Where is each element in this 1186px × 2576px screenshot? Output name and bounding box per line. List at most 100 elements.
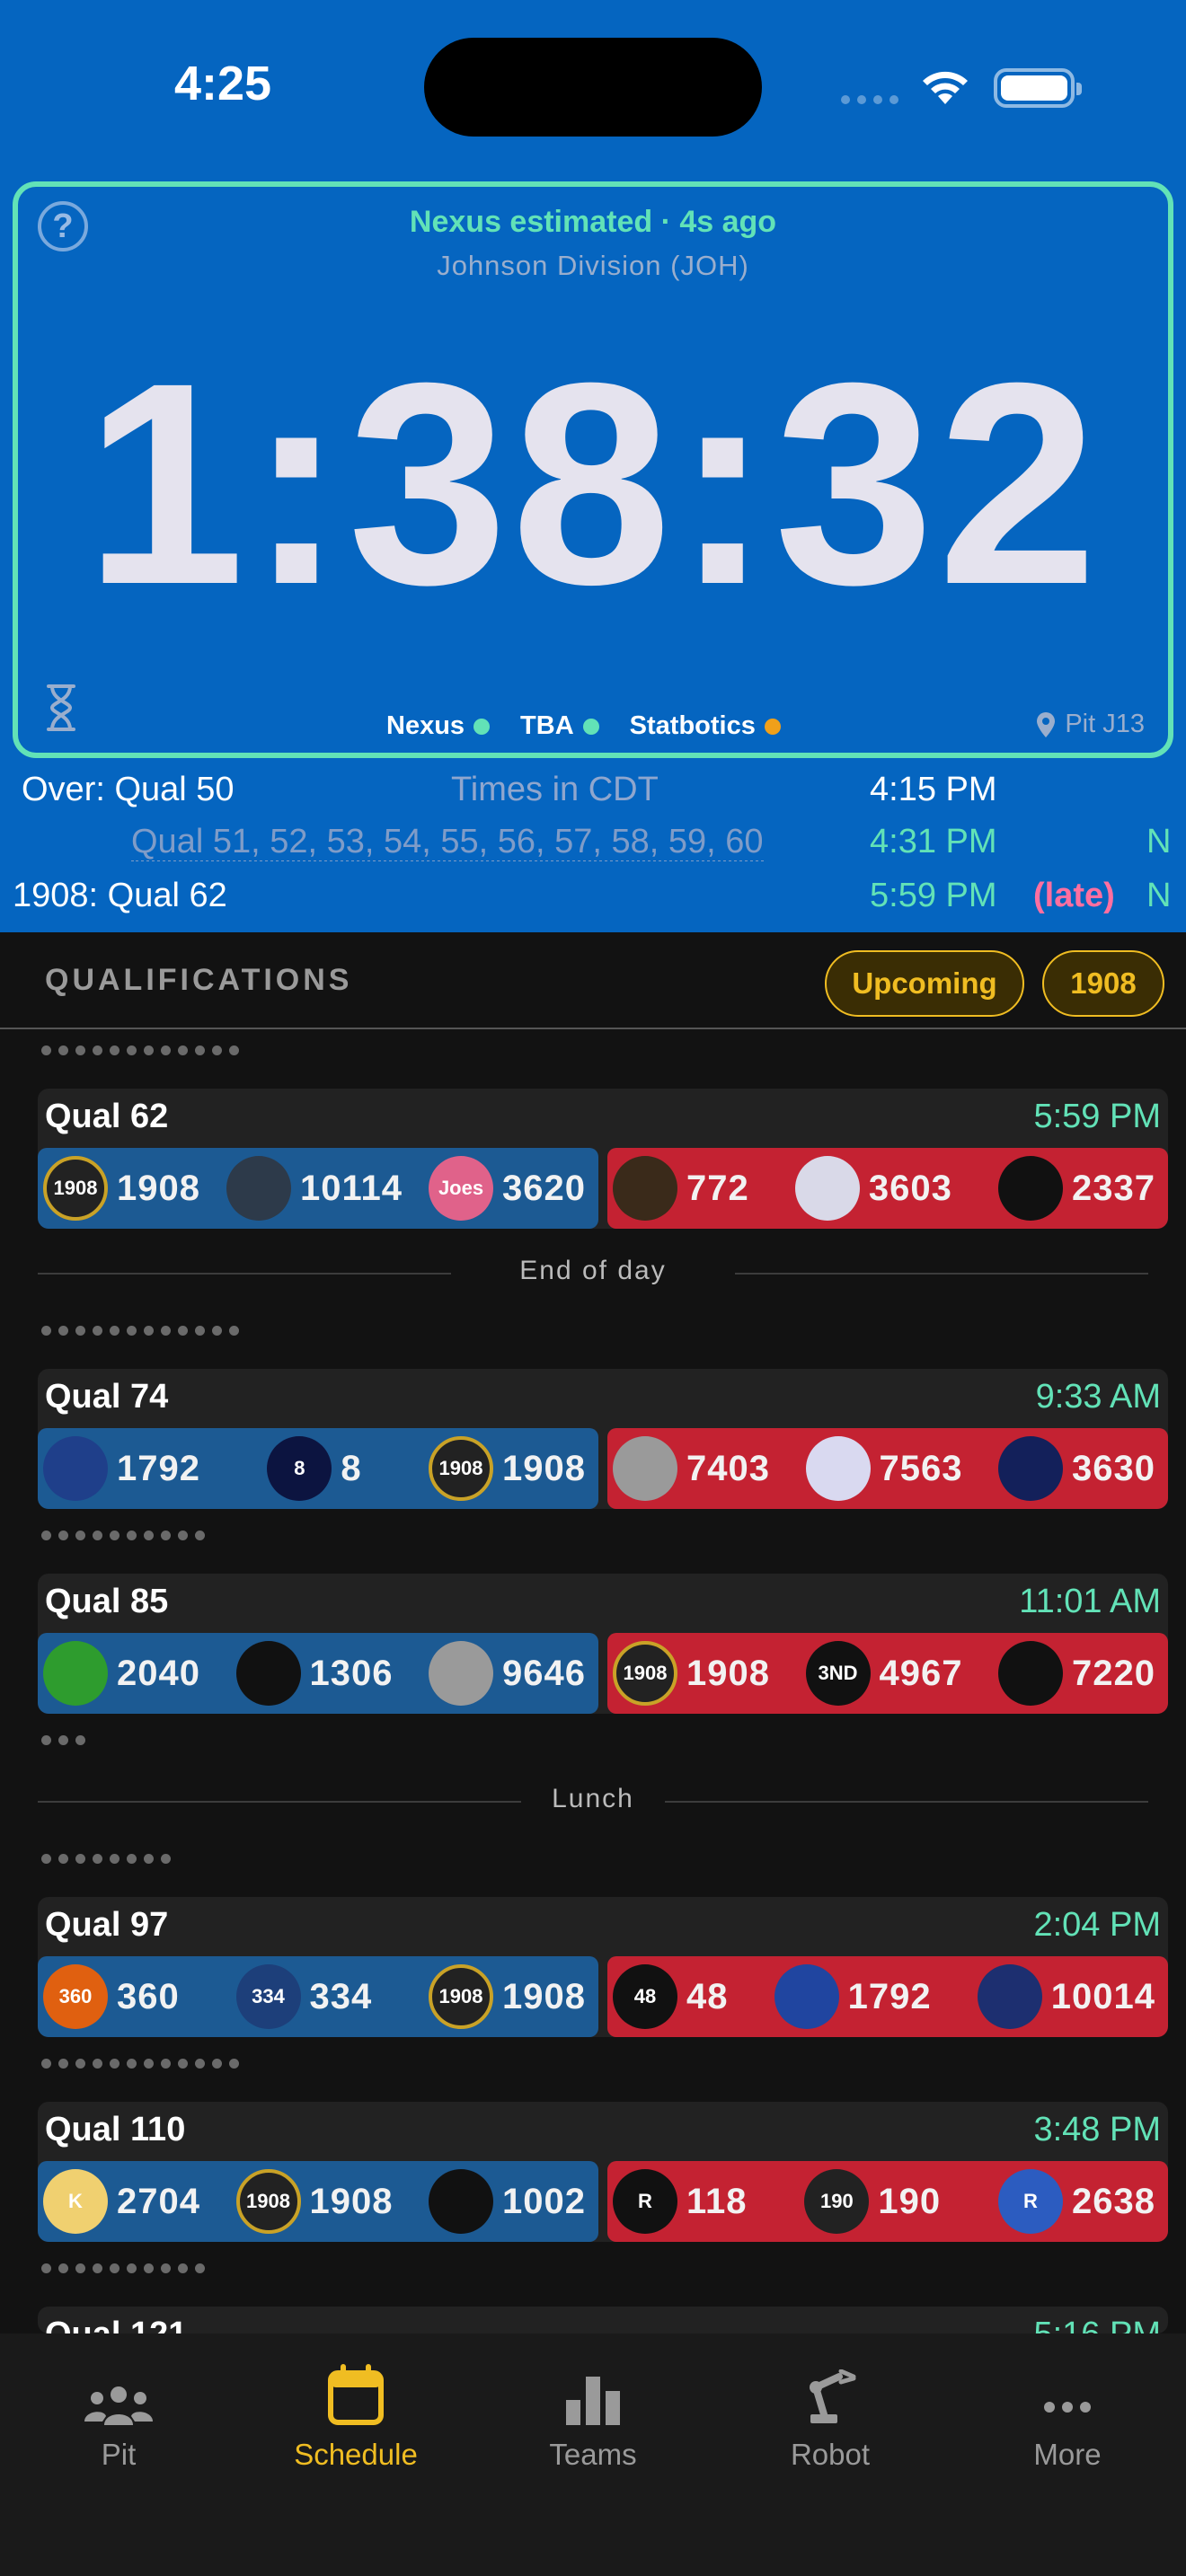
team-red[interactable]: 7403 [613,1436,770,1501]
hourglass-icon[interactable] [45,683,77,733]
gap-dots [41,1854,171,1864]
team-number: 360 [117,1976,180,2016]
match-time: 5:16 PM [1033,2316,1161,2333]
team-avatar: 3ND [805,1641,871,1706]
source-name: TBA [520,711,574,740]
team-avatar [998,1156,1064,1221]
pit-label: Pit J13 [1065,710,1145,738]
match-time: 11:01 AM [1019,1583,1161,1620]
team-blue[interactable]: 1908 1908 [43,1156,200,1221]
tab-more[interactable]: More [978,2360,1157,2472]
team-red[interactable]: 48 48 [613,1964,729,2029]
match-time: 2:04 PM [1033,1906,1161,1944]
team-avatar [429,1641,493,1706]
team-red[interactable]: 3ND 4967 [805,1641,963,1706]
tab-label: Teams [549,2438,637,2471]
team-blue[interactable]: Joes 3620 [429,1156,586,1221]
team-blue[interactable]: K 2704 [43,2169,200,2234]
team-number: 3620 [502,1168,586,1208]
team-blue[interactable]: 334 334 [235,1964,373,2029]
filter-team-button[interactable]: 1908 [1042,950,1164,1017]
tab-pit[interactable]: Pit [29,2360,208,2472]
team-avatar: R [613,2169,677,2234]
team-red[interactable]: 3630 [998,1436,1155,1501]
battery-icon [994,68,1082,108]
team-blue[interactable]: 1306 [235,1641,394,1706]
team-avatar [794,1156,860,1221]
team-number: 118 [686,2181,748,2221]
team-blue[interactable]: 9646 [429,1641,586,1706]
source-name: Statbotics [629,711,756,740]
team-number: 10114 [299,1168,403,1208]
source-statbotics: Statbotics [630,711,781,741]
match-card[interactable]: Qual 97 2:04 PM 360 360 334 334 1908 1908 48 4… [38,1897,1168,2037]
dynamic-island [424,38,762,137]
gap-dots [41,1735,85,1745]
team-avatar: 1908 [43,1156,108,1221]
match-title: Qual 110 [45,2111,186,2148]
match-card[interactable]: Qual 62 5:59 PM 1908 1908 10114 Joes 3620 77… [38,1089,1168,1229]
filter-upcoming-button[interactable]: Upcoming [825,950,1024,1017]
match-title: Qual 121 [45,2316,187,2333]
team-number: 2337 [1072,1168,1155,1208]
team-number: 772 [686,1168,749,1208]
team-number: 1792 [847,1976,932,2016]
team-red[interactable]: 190 190 [804,2169,941,2234]
team-blue[interactable]: 1908 1908 [429,1964,586,2029]
status-dot [582,718,599,735]
match-title: Qual 97 [45,1906,169,1944]
match-card[interactable]: Qual 74 9:33 AM 1792 8 8 1908 1908 7403 7563 3… [38,1369,1168,1509]
location-pin-icon [1037,711,1056,737]
divider-label: End of day [519,1256,667,1285]
match-card[interactable]: Qual 85 11:01 AM 2040 1306 9646 1908 1908 3N… [38,1574,1168,1714]
team-blue[interactable]: 10114 [226,1156,403,1221]
team-red[interactable]: 7220 [998,1641,1155,1706]
timer-header: 4:25 ? Nexus estimated · 4s ago Johnson … [0,0,1186,932]
team-suffix: N [1146,877,1172,914]
tab-teams[interactable]: Teams [503,2360,683,2472]
gap-dots [41,1531,205,1540]
team-red[interactable]: 772 [613,1156,749,1221]
team-number: 1908 [502,1976,586,2016]
match-time: 9:33 AM [1035,1378,1161,1416]
team-number: 1908 [502,1448,586,1488]
team-blue[interactable]: 1908 1908 [235,2169,394,2234]
status-time: 4:25 [174,57,272,110]
team-avatar: 1908 [235,2169,301,2234]
team-blue[interactable]: 88 [267,1436,361,1501]
team-red[interactable]: 7563 [805,1436,963,1501]
team-blue[interactable]: 360 360 [43,1964,180,2029]
team-blue[interactable]: 1792 [43,1436,200,1501]
tab-schedule[interactable]: Schedule [266,2360,446,2472]
team-red[interactable]: R 2638 [998,2169,1155,2234]
calendar-icon [328,2364,384,2425]
blue-alliance: 1792 8 8 1908 1908 [38,1428,598,1509]
estimate-label: Nexus estimated · 4s ago [409,205,777,239]
team-avatar: 1908 [429,1436,494,1501]
team-red[interactable]: 3603 [794,1156,952,1221]
team-blue[interactable]: 1908 1908 [429,1436,586,1501]
match-card[interactable]: Qual 110 3:48 PM K 2704 1908 1908 1002 R 118 1… [38,2102,1168,2242]
team-number: 7563 [879,1448,963,1488]
team-number: 1908 [686,1653,770,1693]
match-card-partial[interactable]: Qual 121 5:16 PM [38,2307,1168,2333]
team-avatar: 8 [267,1436,332,1501]
tab-robot[interactable]: Robot [740,2360,920,2472]
team-red[interactable]: R 118 [613,2169,748,2234]
team-red[interactable]: 2337 [998,1156,1155,1221]
team-blue[interactable]: 2040 [43,1641,200,1706]
queue-time: 4:31 PM [870,823,997,860]
team-number: 1792 [117,1448,200,1488]
team-red[interactable]: 1908 1908 [613,1641,770,1706]
team-red[interactable]: 10014 [977,1964,1155,2029]
blue-alliance: 2040 1306 9646 [38,1633,598,1714]
source-name: Nexus [386,711,465,740]
red-alliance: R 118 190 190 R 2638 [607,2161,1168,2242]
blue-alliance: 360 360 334 334 1908 1908 [38,1956,598,2037]
match-title: Qual 74 [45,1378,169,1416]
team-blue[interactable]: 1002 [429,2169,586,2234]
team-red[interactable]: 1792 [774,1964,932,2029]
countdown-timer: 1:38:32 [84,322,1102,644]
team-avatar [429,2169,493,2234]
team-avatar [43,1436,108,1501]
